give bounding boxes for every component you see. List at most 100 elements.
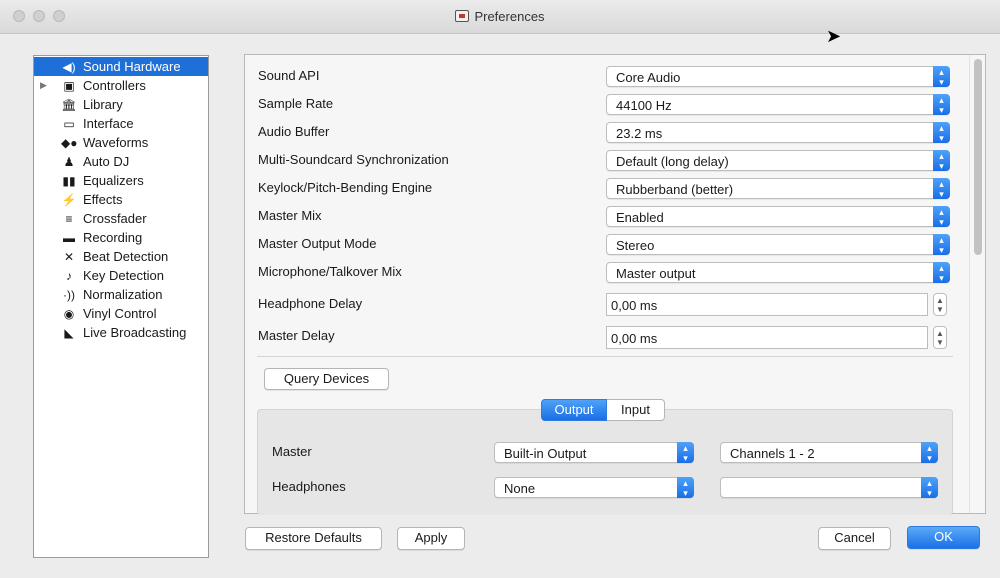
master-delay-input[interactable]: 0,00 ms: [606, 326, 928, 349]
window-title-text: Preferences: [474, 9, 545, 24]
sample-rate-select[interactable]: 44100 Hz ▴ ▾: [606, 94, 950, 115]
chevron-updown-icon: ▴ ▾: [933, 178, 950, 199]
sidebar-item-library[interactable]: 🏛 Library: [34, 95, 208, 114]
sidebar-item-label: Recording: [83, 230, 143, 245]
sound-hardware-panel: Sound API Core Audio ▴ ▾ Sample Rate 4410…: [244, 54, 986, 515]
cancel-button[interactable]: Cancel: [818, 527, 891, 550]
vertical-scrollbar[interactable]: [969, 55, 985, 513]
robot-icon: ♟: [63, 155, 75, 169]
sidebar-item-live-broadcasting[interactable]: ◣ Live Broadcasting: [34, 323, 208, 342]
sidebar-item-label: Interface: [83, 116, 134, 131]
scrollbar-thumb[interactable]: [974, 59, 982, 255]
master-mix-select[interactable]: Enabled ▴ ▾: [606, 206, 950, 227]
talkover-mix-select[interactable]: Master output ▴ ▾: [606, 262, 950, 283]
crossfader-icon: ≡: [65, 212, 73, 226]
preferences-sidebar: ◀) Sound Hardware ▶ ▣ Controllers 🏛 Libr…: [33, 55, 209, 558]
master-channels-select[interactable]: Channels 1 - 2 ▴ ▾: [720, 442, 938, 463]
select-value: None: [504, 481, 536, 496]
sidebar-item-controllers[interactable]: ▶ ▣ Controllers: [34, 76, 208, 95]
sidebar-item-sound-hardware[interactable]: ◀) Sound Hardware: [34, 57, 208, 76]
sidebar-item-vinyl-control[interactable]: ◉ Vinyl Control: [34, 304, 208, 323]
audio-buffer-select[interactable]: 23.2 ms ▴ ▾: [606, 122, 950, 143]
multi-soundcard-sync-label: Multi-Soundcard Synchronization: [258, 152, 449, 167]
input-value: 0,00 ms: [611, 298, 658, 313]
app-icon: [455, 10, 470, 22]
keylock-engine-label: Keylock/Pitch-Bending Engine: [258, 180, 433, 195]
sound-api-select[interactable]: Core Audio ▴ ▾: [606, 66, 950, 87]
chevron-updown-icon: ▴ ▾: [677, 477, 694, 498]
apply-button[interactable]: Apply: [397, 527, 465, 550]
effects-icon: ⚡: [61, 193, 77, 207]
disclosure-triangle-icon[interactable]: ▶: [40, 76, 47, 95]
query-devices-button[interactable]: Query Devices: [264, 368, 389, 390]
sidebar-item-label: Equalizers: [83, 173, 144, 188]
select-value: Stereo: [616, 238, 655, 253]
normalization-icon: ·)): [63, 288, 75, 302]
master-delay-stepper[interactable]: ▲ ▼: [933, 326, 947, 349]
select-value: Channels 1 - 2: [730, 446, 815, 461]
sidebar-item-equalizers[interactable]: ▮▮ Equalizers: [34, 171, 208, 190]
chevron-updown-icon: ▴ ▾: [933, 234, 950, 255]
title-bar: Preferences: [0, 0, 1000, 34]
headphone-delay-input[interactable]: 0,00 ms: [606, 293, 928, 316]
sidebar-item-label: Auto DJ: [83, 154, 130, 169]
chevron-updown-icon: ▴ ▾: [921, 442, 938, 463]
window-title: Preferences: [0, 9, 1000, 24]
talkover-mix-label: Microphone/Talkover Mix: [258, 264, 402, 279]
master-output-mode-select[interactable]: Stereo ▴ ▾: [606, 234, 950, 255]
restore-defaults-button[interactable]: Restore Defaults: [245, 527, 382, 550]
headphone-delay-label: Headphone Delay: [258, 296, 363, 311]
sample-rate-label: Sample Rate: [258, 96, 334, 111]
broadcast-icon: ◣: [64, 326, 74, 340]
waveform-icon: ◆●: [61, 136, 78, 150]
sidebar-item-normalization[interactable]: ·)) Normalization: [34, 285, 208, 304]
section-divider: [257, 356, 953, 357]
headphone-delay-stepper[interactable]: ▲ ▼: [933, 293, 947, 316]
ok-button[interactable]: OK: [907, 526, 980, 549]
multi-soundcard-sync-select[interactable]: Default (long delay) ▴ ▾: [606, 150, 950, 171]
chevron-updown-icon: ▴ ▾: [921, 477, 938, 498]
select-value: Default (long delay): [616, 154, 729, 169]
master-output-mode-label: Master Output Mode: [258, 236, 377, 251]
master-delay-label: Master Delay: [258, 328, 335, 343]
chevron-updown-icon: ▴ ▾: [933, 150, 950, 171]
chevron-updown-icon: ▴ ▾: [933, 66, 950, 87]
sidebar-item-key-detection[interactable]: ♪ Key Detection: [34, 266, 208, 285]
speaker-icon: ◀): [62, 60, 76, 74]
sidebar-item-crossfader[interactable]: ≡ Crossfader: [34, 209, 208, 228]
sidebar-item-recording[interactable]: ▬ Recording: [34, 228, 208, 247]
sidebar-item-waveforms[interactable]: ◆● Waveforms: [34, 133, 208, 152]
controller-icon: ▣: [63, 79, 75, 93]
chevron-updown-icon: ▴ ▾: [933, 122, 950, 143]
sidebar-item-label: Live Broadcasting: [83, 325, 187, 340]
headphones-channels-select[interactable]: ▴ ▾: [720, 477, 938, 498]
keylock-engine-select[interactable]: Rubberband (better) ▴ ▾: [606, 178, 950, 199]
sidebar-item-label: Normalization: [83, 287, 163, 302]
sidebar-item-beat-detection[interactable]: ✕ Beat Detection: [34, 247, 208, 266]
sound-api-label: Sound API: [258, 68, 320, 83]
sidebar-item-effects[interactable]: ⚡ Effects: [34, 190, 208, 209]
master-mix-label: Master Mix: [258, 208, 322, 223]
library-icon: 🏛: [61, 98, 77, 112]
tab-input[interactable]: Input: [607, 399, 665, 421]
tab-output[interactable]: Output: [541, 399, 607, 421]
chevron-updown-icon: ▴ ▾: [933, 94, 950, 115]
sidebar-item-label: Controllers: [83, 78, 146, 93]
headphones-device-select[interactable]: None ▴ ▾: [494, 477, 694, 498]
sidebar-item-interface[interactable]: ▭ Interface: [34, 114, 208, 133]
sidebar-item-label: Effects: [83, 192, 123, 207]
equalizer-icon: ▮▮: [62, 174, 76, 188]
mouse-cursor-icon: ➤: [826, 26, 842, 46]
sidebar-item-auto-dj[interactable]: ♟ Auto DJ: [34, 152, 208, 171]
sidebar-item-label: Library: [83, 97, 123, 112]
select-value: 44100 Hz: [616, 98, 672, 113]
chevron-updown-icon: ▴ ▾: [933, 206, 950, 227]
master-device-select[interactable]: Built-in Output ▴ ▾: [494, 442, 694, 463]
sidebar-item-label: Vinyl Control: [83, 306, 157, 321]
select-value: Built-in Output: [504, 446, 587, 461]
select-value: Rubberband (better): [616, 182, 734, 197]
chevron-updown-icon: ▴ ▾: [933, 262, 950, 283]
recording-icon: ▬: [63, 231, 75, 245]
select-value: 23.2 ms: [616, 126, 663, 141]
sidebar-item-label: Crossfader: [83, 211, 147, 226]
